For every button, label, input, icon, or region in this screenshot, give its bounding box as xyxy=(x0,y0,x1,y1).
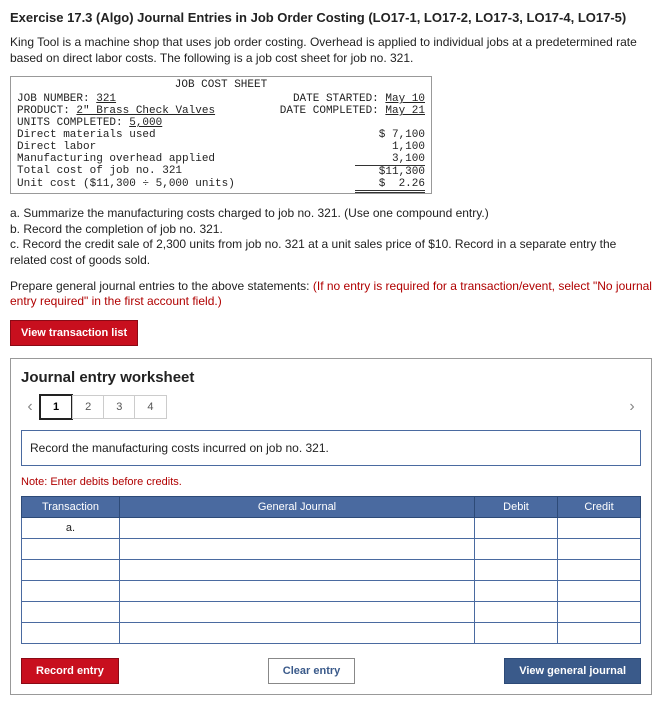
account-cell[interactable] xyxy=(120,517,475,538)
tab-4[interactable]: 4 xyxy=(134,395,166,419)
tab-1[interactable]: 1 xyxy=(39,394,73,420)
entry-instruction: Record the manufacturing costs incurred … xyxy=(21,430,641,466)
dm-label: Direct materials used xyxy=(17,129,355,141)
intro-text: King Tool is a machine shop that uses jo… xyxy=(10,35,654,66)
tab-2[interactable]: 2 xyxy=(72,395,104,419)
question-b: b. Record the completion of job no. 321. xyxy=(10,222,654,238)
questions: a. Summarize the manufacturing costs cha… xyxy=(10,206,654,268)
total-label: Total cost of job no. 321 xyxy=(17,165,355,178)
dm-value: $ 7,100 xyxy=(355,129,425,141)
question-c: c. Record the credit sale of 2,300 units… xyxy=(10,237,654,268)
credit-cell[interactable] xyxy=(558,601,641,622)
units-completed: UNITS COMPLETED: 5,000 xyxy=(17,117,425,129)
col-debit: Debit xyxy=(475,496,558,517)
dl-value: 1,100 xyxy=(355,141,425,153)
journal-entry-worksheet: Journal entry worksheet ‹ 1 2 3 4 › Reco… xyxy=(10,358,652,695)
debit-cell[interactable] xyxy=(475,538,558,559)
credit-cell[interactable] xyxy=(558,559,641,580)
credit-cell[interactable] xyxy=(558,580,641,601)
debit-credit-note: Note: Enter debits before credits. xyxy=(21,476,641,488)
tab-next-icon[interactable]: › xyxy=(623,394,641,420)
unit-cost-value: $ 2.26 xyxy=(355,178,425,193)
date-completed: DATE COMPLETED: May 21 xyxy=(280,105,425,117)
view-general-journal-button[interactable]: View general journal xyxy=(504,658,641,684)
moh-value: 3,100 xyxy=(355,153,425,165)
record-entry-button[interactable]: Record entry xyxy=(21,658,119,684)
worksheet-title: Journal entry worksheet xyxy=(21,369,641,386)
date-started: DATE STARTED: May 10 xyxy=(293,93,425,105)
tab-3[interactable]: 3 xyxy=(103,395,135,419)
unit-cost-label: Unit cost ($11,300 ÷ 5,000 units) xyxy=(17,178,355,193)
credit-cell[interactable] xyxy=(558,517,641,538)
question-a: a. Summarize the manufacturing costs cha… xyxy=(10,206,654,222)
tab-prev-icon[interactable]: ‹ xyxy=(21,394,39,420)
sheet-header: JOB COST SHEET xyxy=(11,77,431,93)
job-number: JOB NUMBER: 321 xyxy=(17,93,293,105)
dl-label: Direct labor xyxy=(17,141,355,153)
prepare-instructions: Prepare general journal entries to the a… xyxy=(10,279,654,310)
moh-label: Manufacturing overhead applied xyxy=(17,153,355,165)
account-cell[interactable] xyxy=(120,580,475,601)
credit-cell[interactable] xyxy=(558,538,641,559)
debit-cell[interactable] xyxy=(475,517,558,538)
button-row: Record entry Clear entry View general jo… xyxy=(21,658,641,684)
worksheet-tabs: ‹ 1 2 3 4 › xyxy=(21,394,641,420)
account-cell[interactable] xyxy=(120,622,475,643)
account-cell[interactable] xyxy=(120,538,475,559)
product: PRODUCT: 2" Brass Check Valves xyxy=(17,105,280,117)
transaction-cell: a. xyxy=(22,517,120,538)
col-credit: Credit xyxy=(558,496,641,517)
exercise-title: Exercise 17.3 (Algo) Journal Entries in … xyxy=(10,10,654,25)
account-cell[interactable] xyxy=(120,601,475,622)
job-cost-sheet: JOB COST SHEET JOB NUMBER: 321 DATE STAR… xyxy=(10,76,432,194)
debit-cell[interactable] xyxy=(475,601,558,622)
col-general-journal: General Journal xyxy=(120,496,475,517)
clear-entry-button[interactable]: Clear entry xyxy=(268,658,355,684)
debit-cell[interactable] xyxy=(475,580,558,601)
journal-entry-table: Transaction General Journal Debit Credit… xyxy=(21,496,641,644)
view-transaction-list-button[interactable]: View transaction list xyxy=(10,320,138,346)
credit-cell[interactable] xyxy=(558,622,641,643)
total-value: $11,300 xyxy=(355,165,425,178)
account-cell[interactable] xyxy=(120,559,475,580)
debit-cell[interactable] xyxy=(475,559,558,580)
col-transaction: Transaction xyxy=(22,496,120,517)
debit-cell[interactable] xyxy=(475,622,558,643)
